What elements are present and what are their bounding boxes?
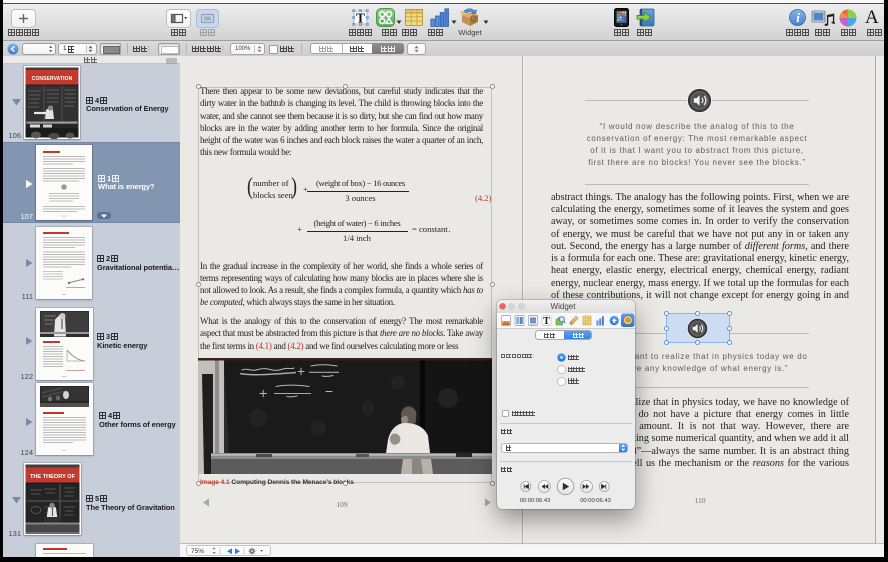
svg-text:Widget: Widget	[551, 302, 577, 311]
svg-text:CONSERVATION: CONSERVATION	[32, 76, 73, 82]
svg-text:T: T	[543, 316, 550, 327]
svg-text:THE THEORY OF: THE THEORY OF	[30, 474, 76, 480]
svg-text:i: i	[796, 10, 800, 25]
